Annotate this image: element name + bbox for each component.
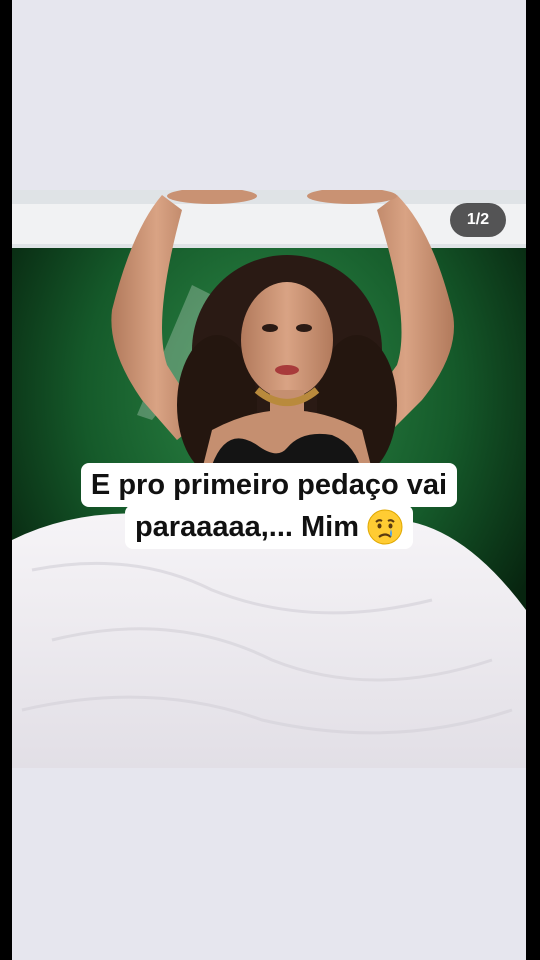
caption-text-1: E pro primeiro pedaço vai: [90, 469, 448, 501]
caption-line-1: E pro primeiro pedaço vai: [80, 463, 458, 507]
crying-face-icon: [367, 509, 403, 545]
story-caption: E pro primeiro pedaço vai paraaaaa,... M…: [12, 463, 526, 549]
caption-text-2: paraaaaa,... Mim: [134, 511, 360, 543]
caption-line-2: paraaaaa,... Mim: [124, 505, 414, 549]
story-screen: 1/2 E pro primeiro pedaço vai paraaaaa,.…: [12, 0, 526, 960]
page-counter-badge: 1/2: [450, 203, 506, 237]
